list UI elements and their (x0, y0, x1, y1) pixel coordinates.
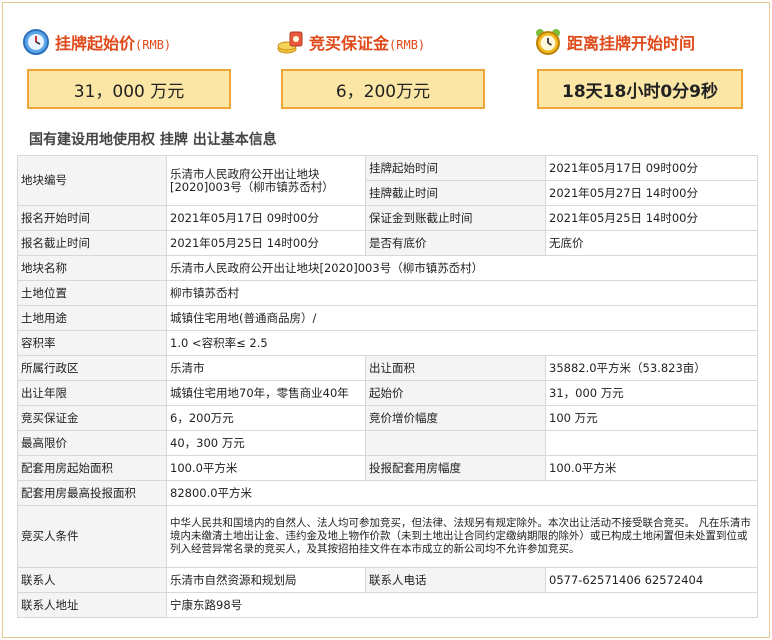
bid-increment-value: 100 万元 (545, 405, 758, 431)
deposit-label: 竞买保证金(RMB) (309, 34, 426, 53)
start-price-header: 挂牌起始价(RMB) (21, 25, 261, 59)
deposit-key: 竞买保证金 (17, 405, 167, 431)
reserve-price-key: 是否有底价 (365, 230, 546, 256)
district-key: 所属行政区 (17, 355, 167, 381)
countdown-summary: 距离挂牌开始时间 18天18小时0分9秒 (533, 11, 772, 119)
deposit-cell: 6，200万元 (166, 405, 366, 431)
area-key: 出让面积 (365, 355, 546, 381)
table-row: 土地用途 城镇住宅用地(普通商品房）/ (17, 305, 758, 331)
support-area-start-key: 配套用房起始面积 (17, 455, 167, 481)
table-row: 联系人 乐清市自然资源和规划局 联系人电话 0577-62571406 6257… (17, 567, 758, 593)
contact-phone-key: 联系人电话 (365, 567, 546, 593)
empty-value (545, 430, 758, 456)
contact-value: 乐清市自然资源和规划局 (166, 567, 366, 593)
alarm-clock-icon (533, 27, 563, 57)
support-area-start-value: 100.0平方米 (166, 455, 366, 481)
support-area-step-value: 100.0平方米 (545, 455, 758, 481)
land-location-value: 柳市镇苏岙村 (166, 280, 758, 306)
start-price-key: 起始价 (365, 380, 546, 406)
start-price-label: 挂牌起始价(RMB) (55, 34, 172, 53)
support-area-max-value: 82800.0平方米 (166, 480, 758, 506)
table-row: 报名开始时间 2021年05月17日 09时00分 保证金到账截止时间 2021… (17, 205, 758, 231)
bidder-conditions-value: 中华人民共和国境内的自然人、法人均可参加竞买，但法律、法规另有规定除外。本次出让… (166, 505, 758, 568)
reserve-price-value: 无底价 (545, 230, 758, 256)
table-row: 容积率 1.0 <容积率≤ 2.5 (17, 330, 758, 356)
countdown-label: 距离挂牌开始时间 (567, 34, 696, 53)
max-price-key: 最高限价 (17, 430, 167, 456)
empty-key (365, 430, 546, 456)
table-row: 联系人地址 宁康东路98号 (17, 592, 758, 618)
contact-address-value: 宁康东路98号 (166, 592, 758, 618)
plot-ratio-key: 容积率 (17, 330, 167, 356)
table-row: 竞买保证金 6，200万元 竞价增价幅度 100 万元 (17, 405, 758, 431)
start-price-cell: 31，000 万元 (545, 380, 758, 406)
land-info-panel: 挂牌起始价(RMB) 31，000 万元 竞买保证金(RMB) 6，200万元 (2, 2, 770, 638)
deposit-deadline-key: 保证金到账截止时间 (365, 205, 546, 231)
money-icon (275, 27, 305, 57)
plot-number-value: 乐清市人民政府公开出让地块[2020]003号（柳市镇苏岙村） (166, 155, 366, 206)
table-row: 最高限价 40，300 万元 (17, 430, 758, 456)
clock-icon (21, 27, 51, 57)
plot-ratio-value: 1.0 <容积率≤ 2.5 (166, 330, 758, 356)
land-info-table: 地块编号 乐清市人民政府公开出让地块[2020]003号（柳市镇苏岙村） 挂牌起… (17, 155, 758, 618)
area-value: 35882.0平方米（53.823亩） (545, 355, 758, 381)
start-price-summary: 挂牌起始价(RMB) 31，000 万元 (21, 11, 261, 119)
table-row: 出让年限 城镇住宅用地70年，零售商业40年 起始价 31，000 万元 (17, 380, 758, 406)
listing-start-time-key: 挂牌起始时间 (365, 155, 546, 181)
table-row: 报名截止时间 2021年05月25日 14时00分 是否有底价 无底价 (17, 230, 758, 256)
plot-name-key: 地块名称 (17, 255, 167, 281)
contact-phone-value: 0577-62571406 62572404 (545, 567, 758, 593)
deposit-value: 6，200万元 (281, 69, 485, 109)
term-key: 出让年限 (17, 380, 167, 406)
table-row: 竞买人条件 中华人民共和国境内的自然人、法人均可参加竞买，但法律、法规另有规定除… (17, 505, 758, 568)
section-title: 国有建设用地使用权 挂牌 出让基本信息 (29, 132, 277, 148)
max-price-value: 40，300 万元 (166, 430, 366, 456)
registration-start-key: 报名开始时间 (17, 205, 167, 231)
district-value: 乐清市 (166, 355, 366, 381)
registration-end-key: 报名截止时间 (17, 230, 167, 256)
contact-key: 联系人 (17, 567, 167, 593)
table-row: 所属行政区 乐清市 出让面积 35882.0平方米（53.823亩） (17, 355, 758, 381)
deposit-header: 竞买保证金(RMB) (275, 25, 515, 59)
listing-start-time-value: 2021年05月17日 09时00分 (545, 155, 758, 181)
table-row: 土地位置 柳市镇苏岙村 (17, 280, 758, 306)
listing-end-time-value: 2021年05月27日 14时00分 (545, 180, 758, 206)
deposit-summary: 竞买保证金(RMB) 6，200万元 (275, 11, 515, 119)
start-price-value: 31，000 万元 (27, 69, 231, 109)
registration-end-value: 2021年05月25日 14时00分 (166, 230, 366, 256)
table-row: 配套用房最高投报面积 82800.0平方米 (17, 480, 758, 506)
countdown-header: 距离挂牌开始时间 (533, 25, 772, 59)
bid-increment-key: 竞价增价幅度 (365, 405, 546, 431)
term-value: 城镇住宅用地70年，零售商业40年 (166, 380, 366, 406)
summary-bar: 挂牌起始价(RMB) 31，000 万元 竞买保证金(RMB) 6，200万元 (3, 11, 771, 119)
land-location-key: 土地位置 (17, 280, 167, 306)
land-use-value: 城镇住宅用地(普通商品房）/ (166, 305, 758, 331)
table-row: 地块编号 乐清市人民政府公开出让地块[2020]003号（柳市镇苏岙村） 挂牌起… (17, 155, 758, 206)
table-row: 配套用房起始面积 100.0平方米 投报配套用房幅度 100.0平方米 (17, 455, 758, 481)
bidder-conditions-key: 竞买人条件 (17, 505, 167, 568)
land-use-key: 土地用途 (17, 305, 167, 331)
contact-address-key: 联系人地址 (17, 592, 167, 618)
deposit-deadline-value: 2021年05月25日 14时00分 (545, 205, 758, 231)
listing-end-time-key: 挂牌截止时间 (365, 180, 546, 206)
support-area-max-key: 配套用房最高投报面积 (17, 480, 167, 506)
registration-start-value: 2021年05月17日 09时00分 (166, 205, 366, 231)
table-row: 地块名称 乐清市人民政府公开出让地块[2020]003号（柳市镇苏岙村） (17, 255, 758, 281)
support-area-step-key: 投报配套用房幅度 (365, 455, 546, 481)
plot-name-value: 乐清市人民政府公开出让地块[2020]003号（柳市镇苏岙村） (166, 255, 758, 281)
plot-number-key: 地块编号 (17, 155, 167, 206)
countdown-value: 18天18小时0分9秒 (537, 69, 743, 109)
